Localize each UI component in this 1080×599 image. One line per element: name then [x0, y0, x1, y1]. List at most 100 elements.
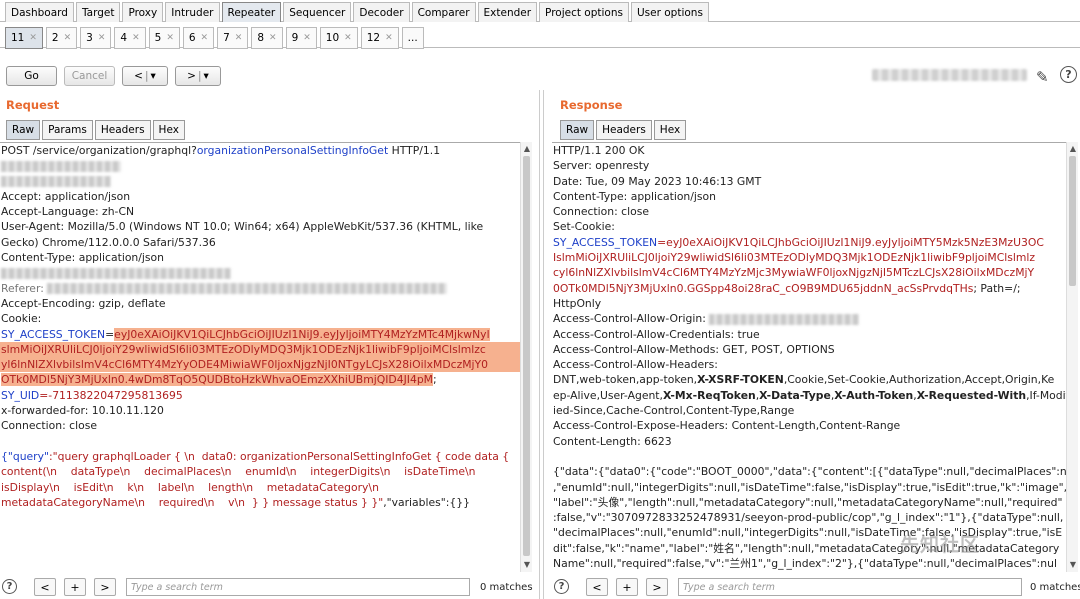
close-icon[interactable]: ✕: [98, 33, 106, 43]
repeater-tab[interactable]: 2 ✕: [45, 27, 78, 49]
repeater-tab[interactable]: 3 ✕: [80, 27, 112, 49]
request-tab-hex[interactable]: Hex: [152, 120, 185, 140]
response-line: Access-Control-Allow-Methods: GET, POST,…: [553, 342, 835, 356]
request-scrollbar[interactable]: ▲ ▼: [520, 142, 532, 572]
body-line: {"query":"query graphqlLoader { \n data0…: [1, 449, 510, 463]
close-icon[interactable]: ✕: [344, 33, 352, 43]
response-scrollbar[interactable]: ▲ ▼: [1066, 142, 1078, 572]
scroll-thumb[interactable]: [523, 156, 530, 556]
close-icon[interactable]: ✕: [385, 33, 393, 43]
close-icon[interactable]: ✕: [132, 33, 140, 43]
pencil-icon[interactable]: ✎: [1036, 68, 1049, 86]
response-tab-raw[interactable]: Raw: [560, 120, 595, 140]
cancel-button[interactable]: Cancel: [64, 66, 115, 86]
close-icon[interactable]: ✕: [235, 33, 243, 43]
tab-dashboard[interactable]: Dashboard: [5, 2, 74, 22]
repeater-tab-label: 12: [366, 32, 381, 44]
tab-project-options[interactable]: Project options: [539, 2, 629, 22]
response-editor[interactable]: HTTP/1.1 200 OK Server: openresty Date: …: [552, 142, 1066, 572]
previous-match-button[interactable]: <: [586, 578, 608, 596]
repeater-tab-label: 4: [120, 32, 128, 44]
split-divider-edge: [543, 90, 544, 599]
request-line: Content-Type: application/json: [1, 251, 164, 265]
repeater-tab[interactable]: 10 ✕: [319, 27, 358, 49]
forward-label: >: [187, 70, 196, 82]
help-icon[interactable]: ?: [554, 579, 569, 594]
back-label: <: [134, 70, 143, 82]
tab-intruder[interactable]: Intruder: [165, 2, 220, 22]
request-tab-params[interactable]: Params: [42, 120, 93, 140]
next-match-button[interactable]: >: [646, 578, 668, 596]
repeater-tab[interactable]: 7 ✕: [217, 27, 249, 49]
response-tab-hex[interactable]: Hex: [653, 120, 687, 140]
close-icon[interactable]: ✕: [201, 33, 209, 43]
close-icon[interactable]: ✕: [166, 33, 174, 43]
repeater-tab[interactable]: 11 ✕: [5, 27, 43, 49]
tab-user-options[interactable]: User options: [630, 2, 709, 22]
request-line: POST /service/organization/graphql?organ…: [1, 144, 441, 157]
repeater-tab-label: 3: [86, 32, 93, 44]
request-tab-headers[interactable]: Headers: [94, 120, 151, 140]
json-line: ,"enumId":null,"integerDigits":null,"isD…: [553, 480, 1066, 494]
request-line: Cookie:: [1, 312, 42, 326]
response-tab-headers[interactable]: Headers: [596, 120, 652, 140]
repeater-tab[interactable]: 5 ✕: [148, 27, 180, 49]
redacted-line: [0, 174, 520, 189]
close-icon[interactable]: ✕: [303, 33, 311, 43]
tab-comparer[interactable]: Comparer: [411, 2, 476, 22]
search-input[interactable]: Type a search term: [678, 578, 1022, 596]
response-view-tabs: Raw Headers Hex: [560, 120, 688, 140]
repeater-tab[interactable]: 8 ✕: [251, 27, 283, 49]
scroll-down-icon[interactable]: ▼: [1068, 560, 1078, 570]
response-line: Content-Type: application/json: [553, 189, 716, 203]
response-line: Date: Tue, 09 May 2023 10:46:13 GMT: [553, 174, 762, 188]
request-editor[interactable]: POST /service/organization/graphql?organ…: [0, 142, 520, 572]
repeater-tab[interactable]: 12 ✕: [360, 27, 399, 49]
cookie-uid-line: SY_UID=-7113822047295813695: [1, 388, 183, 402]
close-icon[interactable]: ✕: [269, 33, 277, 43]
tab-repeater[interactable]: Repeater: [221, 2, 282, 22]
back-button[interactable]: < | ▾: [122, 66, 168, 86]
repeater-tab[interactable]: 6 ✕: [182, 27, 215, 49]
previous-match-button[interactable]: <: [34, 578, 56, 596]
request-line: Connection: close: [1, 419, 97, 433]
split-divider[interactable]: [539, 90, 540, 599]
tab-proxy[interactable]: Proxy: [122, 2, 164, 22]
json-line: "decimalPlaces":null,"enumId":null,"inte…: [553, 526, 1063, 540]
response-search-bar: ? < + > Type a search term 0 matches: [552, 577, 1080, 599]
forward-button[interactable]: > | ▾: [175, 66, 221, 86]
request-view-tabs: Raw Params Headers Hex: [6, 120, 187, 140]
close-icon[interactable]: ✕: [29, 33, 37, 43]
scroll-up-icon[interactable]: ▲: [1068, 144, 1078, 154]
body-line: metadataCategoryName\n required\n v\n } …: [1, 495, 470, 509]
search-input[interactable]: Type a search term: [126, 578, 470, 596]
toolbar: Go Cancel < | ▾ > | ▾: [0, 60, 1080, 90]
main-tab-bar: Dashboard Target Proxy Intruder Repeater…: [0, 0, 1080, 22]
help-icon[interactable]: ?: [1060, 66, 1077, 83]
scroll-thumb[interactable]: [1069, 156, 1076, 286]
tab-target[interactable]: Target: [75, 2, 121, 22]
body-line: content(\n dataType\n decimalPlaces\n en…: [1, 465, 476, 479]
response-line: HTTP/1.1 200 OK: [553, 144, 645, 157]
scroll-down-icon[interactable]: ▼: [522, 560, 532, 570]
add-match-button[interactable]: +: [64, 578, 86, 596]
close-icon[interactable]: ✕: [64, 33, 72, 43]
new-tab-button[interactable]: ...: [401, 27, 424, 49]
go-button[interactable]: Go: [6, 66, 57, 86]
tab-sequencer[interactable]: Sequencer: [283, 2, 352, 22]
tab-decoder[interactable]: Decoder: [353, 2, 410, 22]
scroll-up-icon[interactable]: ▲: [522, 144, 532, 154]
tab-extender[interactable]: Extender: [477, 2, 538, 22]
next-match-button[interactable]: >: [94, 578, 116, 596]
add-match-button[interactable]: +: [616, 578, 638, 596]
request-tab-raw[interactable]: Raw: [6, 120, 41, 140]
acao-line: Access-Control-Allow-Origin:: [552, 311, 1066, 326]
repeater-tab[interactable]: 4 ✕: [114, 27, 146, 49]
cookie-token-line: yl6lnNlZXlvbilslmV4cCl6MTY4MzYyODE4Miwia…: [0, 357, 520, 373]
help-icon[interactable]: ?: [2, 579, 17, 594]
redacted-host-line: [0, 158, 520, 173]
repeater-tab[interactable]: 9 ✕: [285, 27, 317, 49]
set-cookie-token-line: 0OTk0MDl5NjY3MjUxln0.GGSpp48oi28raC_cO9B…: [553, 281, 1021, 295]
request-line: Accept-Encoding: gzip, deflate: [1, 296, 166, 310]
